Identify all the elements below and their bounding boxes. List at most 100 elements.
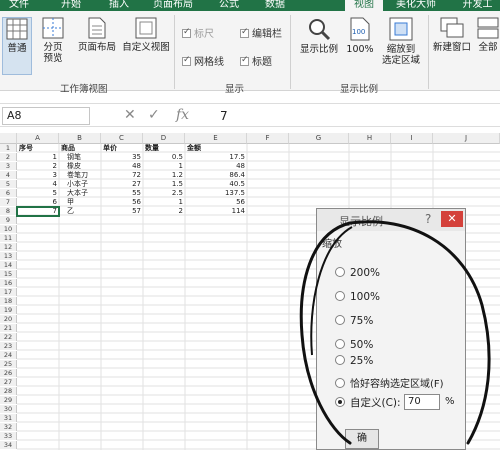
row-header[interactable]: 9 xyxy=(0,216,17,224)
table-cell[interactable]: 57 xyxy=(101,207,143,215)
table-cell[interactable]: 48 xyxy=(185,162,247,170)
tab-formulas[interactable]: 公式 xyxy=(210,0,248,11)
selected-cell-a8[interactable] xyxy=(16,206,60,217)
row-header[interactable]: 8 xyxy=(0,207,17,215)
row-header[interactable]: 14 xyxy=(0,261,17,269)
row-header[interactable]: 13 xyxy=(0,252,17,260)
table-cell[interactable]: 1 xyxy=(143,162,185,170)
row-header[interactable]: 17 xyxy=(0,288,17,296)
table-cell[interactable]: 114 xyxy=(185,207,247,215)
header-cell[interactable]: 商品 xyxy=(59,144,101,152)
row-header[interactable]: 34 xyxy=(0,441,17,449)
row-header[interactable]: 24 xyxy=(0,351,17,359)
row-header[interactable]: 3 xyxy=(0,162,17,170)
row-header[interactable]: 12 xyxy=(0,243,17,251)
headings-checkbox[interactable]: 标题 xyxy=(240,53,272,68)
table-cell[interactable]: 35 xyxy=(101,153,143,161)
tab-beautify-master[interactable]: 美化大师 xyxy=(390,0,442,11)
column-header-g[interactable]: G xyxy=(289,133,349,144)
row-header[interactable]: 31 xyxy=(0,414,17,422)
custom-view-button[interactable]: 自定义视图 xyxy=(120,17,172,75)
table-cell[interactable]: 0.5 xyxy=(143,153,185,161)
column-header-f[interactable]: F xyxy=(247,133,289,144)
row-header[interactable]: 26 xyxy=(0,369,17,377)
table-cell[interactable]: 大本子 xyxy=(59,189,101,197)
table-cell[interactable]: 3 xyxy=(17,171,59,179)
page-layout-button[interactable]: 页面布局 xyxy=(74,17,120,75)
tab-insert[interactable]: 插入 xyxy=(100,0,138,11)
row-header[interactable]: 16 xyxy=(0,279,17,287)
cancel-icon[interactable]: ✕ xyxy=(124,107,136,123)
row-header[interactable]: 11 xyxy=(0,234,17,242)
table-cell[interactable]: 1 xyxy=(17,153,59,161)
row-header[interactable]: 30 xyxy=(0,405,17,413)
row-header[interactable]: 18 xyxy=(0,297,17,305)
row-header[interactable]: 29 xyxy=(0,396,17,404)
tab-developer[interactable]: 开发工 xyxy=(455,0,500,11)
table-cell[interactable]: 56 xyxy=(185,198,247,206)
tab-data[interactable]: 数据 xyxy=(256,0,294,11)
row-header[interactable]: 19 xyxy=(0,306,17,314)
header-cell[interactable]: 金额 xyxy=(185,144,247,152)
column-header-c[interactable]: C xyxy=(101,133,143,144)
table-cell[interactable]: 1.5 xyxy=(143,180,185,188)
column-header-h[interactable]: H xyxy=(349,133,391,144)
arrange-all-button[interactable]: 全部 xyxy=(476,17,500,75)
tab-view[interactable]: 视图 xyxy=(345,0,383,11)
row-header[interactable]: 10 xyxy=(0,225,17,233)
table-cell[interactable]: 40.5 xyxy=(185,180,247,188)
table-cell[interactable]: 1.2 xyxy=(143,171,185,179)
row-header[interactable]: 5 xyxy=(0,180,17,188)
row-header[interactable]: 4 xyxy=(0,171,17,179)
normal-view-button[interactable]: 普通 xyxy=(2,17,32,75)
row-header[interactable]: 33 xyxy=(0,432,17,440)
formula-bar-checkbox[interactable]: 编辑栏 xyxy=(240,25,282,40)
column-header-i[interactable]: I xyxy=(391,133,433,144)
row-header[interactable]: 23 xyxy=(0,342,17,350)
formula-input[interactable]: 7 xyxy=(220,107,228,125)
row-header[interactable]: 22 xyxy=(0,333,17,341)
row-header[interactable]: 32 xyxy=(0,423,17,431)
column-header-d[interactable]: D xyxy=(143,133,185,144)
table-cell[interactable]: 6 xyxy=(17,198,59,206)
table-cell[interactable]: 橡皮 xyxy=(59,162,101,170)
row-header[interactable]: 6 xyxy=(0,189,17,197)
tab-page-layout[interactable]: 页面布局 xyxy=(147,0,199,11)
table-cell[interactable]: 5 xyxy=(17,189,59,197)
table-cell[interactable]: 钢笔 xyxy=(59,153,101,161)
table-cell[interactable]: 55 xyxy=(101,189,143,197)
table-cell[interactable]: 86.4 xyxy=(185,171,247,179)
row-header[interactable]: 1 xyxy=(0,144,17,152)
row-header[interactable]: 20 xyxy=(0,315,17,323)
table-cell[interactable]: 甲 xyxy=(59,198,101,206)
column-header-a[interactable]: A xyxy=(17,133,59,144)
table-cell[interactable]: 卷笔刀 xyxy=(59,171,101,179)
table-cell[interactable]: 72 xyxy=(101,171,143,179)
enter-icon[interactable]: ✓ xyxy=(148,107,160,123)
table-cell[interactable]: 乙 xyxy=(59,207,101,215)
new-window-button[interactable]: 新建窗口 xyxy=(430,17,474,75)
header-cell[interactable]: 单价 xyxy=(101,144,143,152)
header-cell[interactable]: 序号 xyxy=(17,144,59,152)
row-header[interactable]: 28 xyxy=(0,387,17,395)
row-header[interactable]: 7 xyxy=(0,198,17,206)
table-cell[interactable]: 17.5 xyxy=(185,153,247,161)
row-header[interactable]: 27 xyxy=(0,378,17,386)
select-all-corner[interactable] xyxy=(0,133,17,144)
table-cell[interactable]: 1 xyxy=(143,198,185,206)
column-header-j[interactable]: J xyxy=(433,133,500,144)
row-header[interactable]: 2 xyxy=(0,153,17,161)
header-cell[interactable]: 数量 xyxy=(143,144,185,152)
table-cell[interactable]: 2.5 xyxy=(143,189,185,197)
zoom-to-selection-button[interactable]: 缩放到 选定区域 xyxy=(378,17,424,75)
gridlines-checkbox[interactable]: 网格线 xyxy=(182,53,224,68)
column-header-b[interactable]: B xyxy=(59,133,101,144)
table-cell[interactable]: 2 xyxy=(143,207,185,215)
table-cell[interactable]: 27 xyxy=(101,180,143,188)
table-cell[interactable]: 2 xyxy=(17,162,59,170)
ruler-checkbox[interactable]: 标尺 xyxy=(182,25,214,40)
column-header-e[interactable]: E xyxy=(185,133,247,144)
tab-file[interactable]: 文件 xyxy=(0,0,38,11)
table-cell[interactable]: 48 xyxy=(101,162,143,170)
row-header[interactable]: 21 xyxy=(0,324,17,332)
